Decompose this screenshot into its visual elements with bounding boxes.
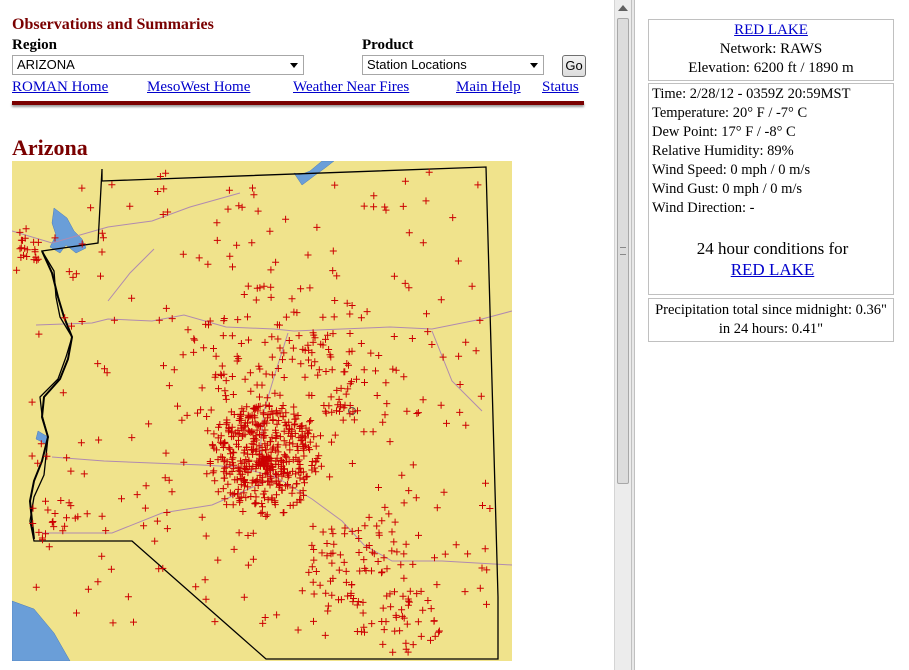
obs-wind-gust: Wind Gust: 0 mph / 0 m/s xyxy=(652,181,803,197)
scroll-up-arrow-icon[interactable] xyxy=(618,5,628,11)
left-frame: Observations and Summaries Region ARIZON… xyxy=(0,0,614,670)
nav-link-status[interactable]: Status xyxy=(542,79,579,96)
product-selected-value: Station Locations xyxy=(367,57,467,72)
station-name-link[interactable]: RED LAKE xyxy=(734,22,808,38)
conditions-station-link[interactable]: RED LAKE xyxy=(731,260,815,279)
observation-panel: Time: 2/28/12 - 0359Z 20:59MST Temperatu… xyxy=(648,83,894,295)
go-button[interactable]: Go xyxy=(562,55,586,77)
right-frame: RED LAKE Network: RAWS Elevation: 6200 f… xyxy=(635,0,909,670)
product-label: Product xyxy=(362,37,414,53)
nav-link-weather-near-fires[interactable]: Weather Near Fires xyxy=(293,79,409,96)
obs-wind-direction: Wind Direction: - xyxy=(652,200,755,216)
precipitation-panel: Precipitation total since midnight: 0.36… xyxy=(648,298,894,342)
chevron-down-icon xyxy=(290,63,298,68)
obs-wind-speed: Wind Speed: 0 mph / 0 m/s xyxy=(652,162,811,178)
obs-temperature: Temperature: 20° F / -7° C xyxy=(652,105,808,121)
station-network: Network: RAWS xyxy=(719,41,823,57)
station-header-panel: RED LAKE Network: RAWS Elevation: 6200 f… xyxy=(648,19,894,81)
nav-link-main-help[interactable]: Main Help xyxy=(456,79,521,96)
region-select[interactable]: ARIZONA xyxy=(12,55,304,75)
region-label: Region xyxy=(12,37,57,53)
obs-relative-humidity: Relative Humidity: 89% xyxy=(652,143,794,159)
page-title: Observations and Summaries xyxy=(12,16,214,33)
vertical-scrollbar[interactable] xyxy=(614,0,631,670)
obs-time: Time: 2/28/12 - 0359Z 20:59MST xyxy=(652,86,851,102)
nav-link-roman-home[interactable]: ROMAN Home xyxy=(12,79,108,96)
region-selected-value: ARIZONA xyxy=(17,57,75,72)
conditions-heading: 24 hour conditions for xyxy=(696,239,849,258)
station-elevation: Elevation: 6200 ft / 1890 m xyxy=(688,60,854,76)
chevron-down-icon xyxy=(530,63,538,68)
state-title: Arizona xyxy=(12,135,88,160)
product-select[interactable]: Station Locations xyxy=(362,55,544,75)
precip-since-midnight: Precipitation total since midnight: 0.36… xyxy=(655,302,887,318)
station-map[interactable] xyxy=(12,161,512,661)
nav-divider xyxy=(12,101,584,105)
precip-24h: in 24 hours: 0.41" xyxy=(718,321,824,337)
nav-link-mesowest-home[interactable]: MesoWest Home xyxy=(147,79,250,96)
scrollbar-thumb[interactable] xyxy=(617,18,629,484)
grip-icon xyxy=(620,247,626,255)
obs-dew-point: Dew Point: 17° F / -8° C xyxy=(652,124,796,140)
